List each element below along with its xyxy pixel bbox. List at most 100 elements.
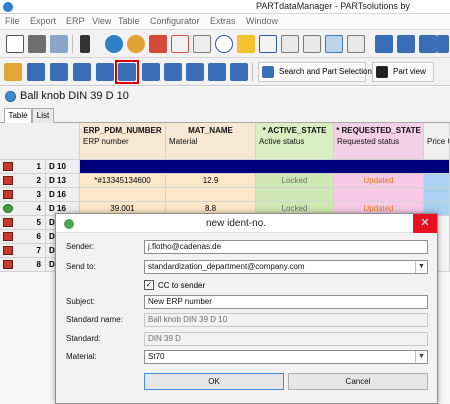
send-to-label: Send to: [66, 262, 96, 271]
grid-icon[interactable] [281, 35, 299, 53]
cell-active-state[interactable] [256, 188, 334, 202]
row-name[interactable]: D 16 [46, 188, 80, 202]
din-icon[interactable] [193, 35, 211, 53]
equivalence-icon[interactable] [215, 35, 233, 53]
tab-list[interactable]: List [32, 108, 54, 123]
menu-erp[interactable]: ERP [66, 16, 85, 26]
row-number-value: 7 [36, 246, 41, 255]
cc-checkbox[interactable]: ✓ [144, 280, 154, 290]
globe-icon [5, 91, 16, 102]
row-number-value: 2 [36, 176, 41, 185]
traffic-light-icon[interactable] [80, 35, 90, 53]
material-label: Material: [66, 352, 97, 361]
cell-requested-state[interactable]: Updated [334, 174, 424, 188]
send-to-value: standardization_department@company.com [148, 262, 305, 271]
bmp-icon[interactable] [28, 35, 46, 53]
column-label-material: Material [169, 137, 198, 146]
cell-erp[interactable] [80, 188, 166, 202]
cell-erp[interactable]: *#13345134600 [80, 174, 166, 188]
database-delete-icon[interactable] [96, 63, 114, 81]
pdf-icon[interactable] [149, 35, 167, 53]
grid-rows-icon[interactable] [347, 35, 365, 53]
tree-add-icon[interactable] [397, 35, 415, 53]
row-number[interactable]: 7 [0, 244, 46, 258]
secondary-toolbar: Search and Part Selection Part view [0, 58, 450, 86]
dialog-title-bar: new ident-no. [56, 214, 437, 233]
row-name[interactable]: D 10 [46, 160, 80, 174]
database-new-icon[interactable] [230, 63, 248, 81]
tree-down-icon[interactable] [419, 35, 437, 53]
send-to-select[interactable]: standardization_department@company.com ▼ [144, 260, 428, 274]
menu-window[interactable]: Window [246, 16, 278, 26]
menu-export[interactable]: Export [30, 16, 56, 26]
database-edit-icon[interactable] [73, 63, 91, 81]
search-part-selection-button[interactable]: Search and Part Selection [258, 62, 372, 82]
menu-table[interactable]: Table [118, 16, 140, 26]
menu-configurator[interactable]: Configurator [150, 16, 200, 26]
table-row-selected[interactable] [80, 160, 450, 174]
table-corner-header [0, 123, 80, 160]
row-number[interactable]: 5 [0, 216, 46, 230]
cancel-button[interactable]: Cancel [288, 373, 428, 390]
column-header-active-state[interactable]: * ACTIVE_STATE Active status [256, 123, 334, 160]
chevron-down-icon[interactable]: ▼ [415, 351, 427, 363]
graph-icon[interactable] [171, 35, 189, 53]
row-number[interactable]: 4 [0, 202, 46, 216]
red-db-icon [3, 260, 13, 269]
help-icon[interactable] [259, 35, 277, 53]
row-number[interactable]: 6 [0, 230, 46, 244]
cell-material[interactable] [166, 188, 256, 202]
dialog-title: new ident-no. [206, 218, 267, 229]
column-header-material[interactable]: MAT_NAME Material [166, 123, 256, 160]
column-field-erp: ERP_PDM_NUMBER [83, 126, 162, 135]
close-button[interactable]: ✕ [413, 214, 437, 233]
standard-label: Standard: [66, 334, 101, 343]
cell-requested-state[interactable] [334, 188, 424, 202]
user-db-icon[interactable] [27, 63, 45, 81]
menu-view[interactable]: View [92, 16, 111, 26]
row-number[interactable]: 3 [0, 188, 46, 202]
tree-refresh-icon[interactable] [437, 35, 449, 53]
tree-icon[interactable] [375, 35, 393, 53]
grid-columns-icon[interactable] [325, 35, 343, 53]
star-icon[interactable] [237, 35, 255, 53]
column-header-price[interactable]: Price G [424, 123, 450, 160]
column-header-requested-state[interactable]: * REQUESTED_STATE Requested status [334, 123, 424, 160]
subject-field[interactable]: New ERP number [144, 295, 428, 309]
column-label-requested-state: Requested status [337, 137, 400, 146]
database-link-icon[interactable] [164, 63, 182, 81]
material-select[interactable]: St70 ▼ [144, 350, 428, 364]
standard-name-label: Standard name: [66, 315, 123, 324]
row-number-value: 3 [36, 190, 41, 199]
database-help-icon[interactable] [186, 63, 204, 81]
globe-icon[interactable] [105, 35, 123, 53]
database-add-icon[interactable] [142, 63, 160, 81]
database-list-icon[interactable] [208, 63, 226, 81]
part-view-label: Part view [393, 67, 426, 76]
tab-table[interactable]: Table [4, 108, 32, 124]
wrench-icon[interactable] [50, 35, 68, 53]
part-view-button[interactable]: Part view [372, 62, 434, 82]
chevron-down-icon[interactable]: ▼ [415, 261, 427, 273]
menu-file[interactable]: File [5, 16, 20, 26]
ok-button[interactable]: OK [144, 373, 284, 390]
cell-price[interactable] [424, 174, 450, 188]
column-header-erp[interactable]: ERP_PDM_NUMBER ERP number [80, 123, 166, 160]
database-icon[interactable] [50, 63, 68, 81]
grid-checked-icon[interactable] [303, 35, 321, 53]
cell-active-state[interactable]: Locked [256, 174, 334, 188]
part-view-icon [376, 66, 388, 78]
main-toolbar [0, 30, 450, 58]
cell-material[interactable]: 12.9 [166, 174, 256, 188]
row-number[interactable]: 2 [0, 174, 46, 188]
row-name[interactable]: D 13 [46, 174, 80, 188]
cell-price[interactable] [424, 188, 450, 202]
menu-extras[interactable]: Extras [210, 16, 236, 26]
cc-label: CC to sender [158, 281, 206, 290]
sender-field[interactable]: j.flotho@cadenas.de [144, 240, 428, 254]
key-icon[interactable] [4, 63, 22, 81]
row-number[interactable]: 1 [0, 160, 46, 174]
globe-key-icon[interactable] [127, 35, 145, 53]
row-number[interactable]: 8 [0, 258, 46, 272]
table-icon[interactable] [6, 35, 24, 53]
